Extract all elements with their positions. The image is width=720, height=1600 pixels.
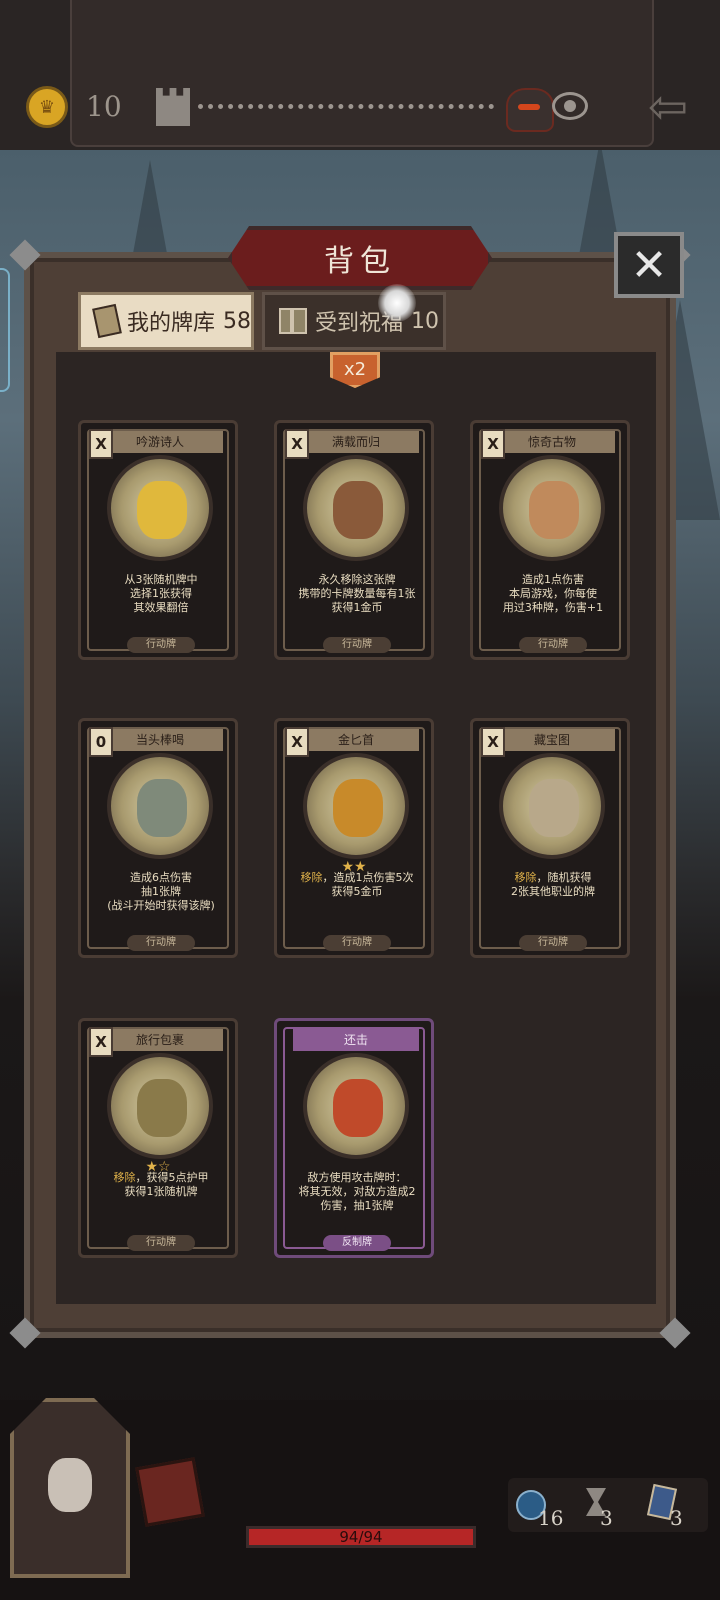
eye-icon[interactable] [552, 92, 588, 120]
tab-blessings[interactable]: 受到祝福 10 [262, 292, 446, 350]
card-art [499, 455, 605, 561]
card-description: 从3张随机牌中 选择1张获得 其效果翻倍 [95, 573, 227, 615]
card-cost: X [285, 429, 309, 459]
card-keyword: 移除 [300, 871, 323, 884]
card-description-text: ，获得5点护甲 获得1张随机牌 [124, 1171, 209, 1198]
card-description: 永久移除这张牌 携带的卡牌数量每有1张 获得1金币 [291, 573, 423, 615]
card-description-text: 永久移除这张牌 携带的卡牌数量每有1张 获得1金币 [298, 573, 416, 614]
card-art [107, 753, 213, 859]
orb-count: 16 [538, 1506, 564, 1530]
turn-count: 3 [600, 1506, 613, 1530]
card-art-figure [529, 779, 579, 837]
card-type-label: 行动牌 [519, 637, 587, 653]
card-description: 敌方使用攻击牌时： 将其无效，对敌方造成2 伤害，抽1张牌 [291, 1171, 423, 1213]
card-art-figure [333, 779, 383, 837]
card-cost: X [89, 1027, 113, 1057]
card-description-text: 造成1点伤害 本局游戏，你每使 用过3种牌，伤害+1 [502, 573, 604, 614]
side-tab[interactable] [0, 268, 10, 392]
card-type-label: 反制牌 [323, 1235, 391, 1251]
card[interactable]: 旅行包裹 X ★☆ 移除，获得5点护甲 获得1张随机牌 行动牌 [78, 1018, 238, 1258]
card-name: 藏宝图 [489, 729, 615, 751]
card-keyword: 移除 [514, 871, 537, 884]
hand-count: 3 [670, 1506, 683, 1530]
card-art [303, 455, 409, 561]
card-keyword: 移除 [113, 1171, 136, 1184]
title-banner: 背包 [228, 226, 492, 290]
tab-my-deck[interactable]: 我的牌库 58 [78, 292, 254, 350]
coin-count: 10 [86, 90, 122, 123]
card-art-figure [137, 779, 187, 837]
card-type-label: 行动牌 [127, 637, 195, 653]
tab-count: 58 [223, 308, 251, 334]
crown-coin-icon: ♛ [26, 86, 68, 128]
card-type-label: 行动牌 [323, 935, 391, 951]
card[interactable]: 当头棒喝 0 造成6点伤害 抽1张牌 (战斗开始时获得该牌) 行动牌 [78, 718, 238, 958]
card[interactable]: 惊奇古物 X 造成1点伤害 本局游戏，你每使 用过3种牌，伤害+1 行动牌 [470, 420, 630, 660]
card-art-figure [529, 481, 579, 539]
card-description-text: ，造成1点伤害5次 获得5金币 [322, 871, 414, 898]
card-description: 造成6点伤害 抽1张牌 (战斗开始时获得该牌) [95, 871, 227, 913]
card-cost: X [481, 727, 505, 757]
deck-icon [92, 303, 122, 339]
card[interactable]: 金匕首 X ★★ 移除，造成1点伤害5次 获得5金币 行动牌 [274, 718, 434, 958]
card-description-text: 从3张随机牌中 选择1张获得 其效果翻倍 [124, 573, 198, 614]
card-art-figure [333, 1079, 383, 1137]
card-name: 当头棒喝 [97, 729, 223, 751]
hero-portrait[interactable] [10, 1398, 130, 1578]
card-type-label: 行动牌 [127, 1235, 195, 1251]
boss-icon[interactable] [506, 88, 554, 132]
card[interactable]: 满载而归 X 永久移除这张牌 携带的卡牌数量每有1张 获得1金币行动牌 [274, 420, 434, 660]
top-bar: ♛ 10 ⇦ [0, 0, 720, 150]
gift-icon [279, 308, 307, 334]
card-name: 惊奇古物 [489, 431, 615, 453]
card[interactable]: 吟游诗人 X 从3张随机牌中 选择1张获得 其效果翻倍行动牌 [78, 420, 238, 660]
card-description: 移除，造成1点伤害5次 获得5金币 [291, 871, 423, 899]
card-name: 旅行包裹 [97, 1029, 223, 1051]
card-art-figure [137, 481, 187, 539]
hp-bar: 94/94 [246, 1526, 476, 1548]
card-cost: X [89, 429, 113, 459]
card-description-text: 敌方使用攻击牌时： 将其无效，对敌方造成2 伤害，抽1张牌 [298, 1171, 416, 1212]
close-button[interactable]: ✕ [614, 232, 684, 298]
card-description: 移除，获得5点护甲 获得1张随机牌 [95, 1171, 227, 1199]
card-name: 吟游诗人 [97, 431, 223, 453]
touch-cursor [378, 284, 416, 322]
card-art [107, 1053, 213, 1159]
card-cost: X [481, 429, 505, 459]
card-description-text: 造成6点伤害 抽1张牌 (战斗开始时获得该牌) [107, 871, 215, 912]
card-cost: 0 [89, 727, 113, 757]
card-name: 还击 [293, 1029, 419, 1051]
card-type-label: 行动牌 [127, 935, 195, 951]
card-name: 金匕首 [293, 729, 419, 751]
tab-label: 我的牌库 [127, 311, 216, 336]
back-arrow-icon[interactable]: ⇦ [640, 83, 696, 131]
castle-icon[interactable] [156, 88, 190, 126]
card-art-figure [333, 481, 383, 539]
card-art [107, 455, 213, 561]
card-name: 满载而归 [293, 431, 419, 453]
panel-title: 背包 [324, 244, 396, 279]
card-type-label: 行动牌 [519, 935, 587, 951]
tab-count: 10 [411, 308, 440, 334]
spellbook-icon[interactable] [135, 1457, 205, 1527]
card-art-figure [137, 1079, 187, 1137]
card-art [303, 1053, 409, 1159]
card-art [499, 753, 605, 859]
card-description: 造成1点伤害 本局游戏，你每使 用过3种牌，伤害+1 [487, 573, 619, 615]
card-type-label: 行动牌 [323, 637, 391, 653]
card-description: 移除，随机获得 2张其他职业的牌 [487, 871, 619, 899]
map-progress-path [198, 104, 494, 109]
card[interactable]: 藏宝图 X 移除，随机获得 2张其他职业的牌行动牌 [470, 718, 630, 958]
card-cost: X [285, 727, 309, 757]
card[interactable]: 还击敌方使用攻击牌时： 将其无效，对敌方造成2 伤害，抽1张牌反制牌 [274, 1018, 434, 1258]
card-art [303, 753, 409, 859]
